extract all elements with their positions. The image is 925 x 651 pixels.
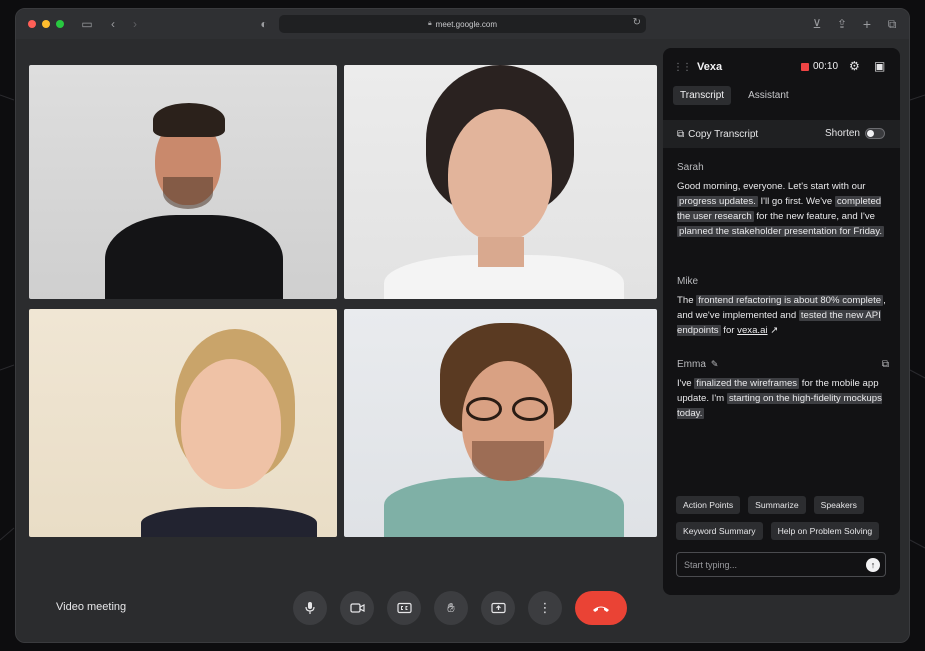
transcript-phrase: for: [720, 325, 738, 336]
transcript-entry: Sarah Good morning, everyone. Let's star…: [677, 162, 889, 239]
highlighted-phrase: finalized the wireframes: [694, 378, 800, 389]
participant-body: [141, 507, 317, 537]
assistant-chips-row-2: Keyword Summary Help on Problem Solving: [676, 522, 896, 540]
more-vertical-icon: ⋮: [538, 600, 552, 615]
forward-icon[interactable]: ›: [126, 15, 144, 33]
copy-entry-icon[interactable]: ⧉: [882, 359, 889, 370]
tab-overview-icon[interactable]: ⧉: [883, 15, 901, 33]
tab-assistant[interactable]: Assistant: [741, 86, 796, 105]
copy-transcript-button[interactable]: ⧉ Copy Transcript: [677, 129, 758, 140]
shield-icon[interactable]: ◐: [255, 15, 273, 33]
highlighted-phrase: frontend refactoring is about 80% comple…: [696, 295, 884, 306]
new-tab-icon[interactable]: +: [858, 15, 876, 33]
keyword-summary-chip[interactable]: Keyword Summary: [676, 522, 763, 540]
transcript-phrase: for the new feature, and I've: [753, 211, 875, 222]
microphone-icon: [305, 602, 315, 614]
speakers-chip[interactable]: Speakers: [813, 496, 864, 514]
settings-icon[interactable]: ⚙︎: [849, 59, 860, 73]
copy-icon: ⧉: [677, 128, 685, 140]
window-controls: [28, 20, 64, 28]
transcript-text: The frontend refactoring is about 80% co…: [677, 293, 889, 338]
input-placeholder: Start typing...: [684, 559, 738, 570]
camera-button[interactable]: [340, 591, 374, 625]
transcript-phrase: I'll go first. We've: [757, 196, 835, 207]
panel-brand: Vexa: [697, 61, 723, 73]
present-screen-icon: [490, 602, 506, 614]
panel-tabs: Transcript Assistant: [673, 86, 796, 105]
present-screen-button[interactable]: [481, 591, 515, 625]
share-icon[interactable]: ⇪: [833, 15, 851, 33]
highlighted-phrase: planned the stakeholder presentation for…: [677, 226, 885, 237]
transcript-phrase: ↗: [767, 325, 779, 336]
participant-beard: [472, 441, 544, 481]
transcript-entry: Emma ✎ ⧉ I've finalized the wireframes f…: [677, 359, 889, 421]
highlighted-phrase: progress updates.: [677, 196, 758, 207]
speaker-name: Mike: [677, 276, 699, 287]
participant-beard: [163, 177, 213, 209]
participant-body: [384, 477, 624, 537]
copy-transcript-label: Copy Transcript: [688, 128, 759, 140]
meeting-title: Video meeting: [56, 601, 127, 613]
microphone-button[interactable]: [293, 591, 327, 625]
participant-hair: [153, 103, 225, 137]
participant-face: [448, 109, 552, 241]
image-icon[interactable]: ▣: [874, 59, 885, 73]
participant-tile-3[interactable]: [29, 309, 337, 537]
speaker-row: Emma ✎ ⧉: [677, 359, 889, 370]
download-icon[interactable]: ⊻: [808, 15, 826, 33]
maximize-window-button[interactable]: [56, 20, 64, 28]
recording-timer: 00:10: [813, 61, 839, 72]
participant-tile-2[interactable]: [344, 65, 657, 299]
transcript-entry: Mike The frontend refactoring is about 8…: [677, 276, 889, 338]
participant-tile-4[interactable]: [344, 309, 657, 537]
summarize-chip[interactable]: Summarize: [748, 496, 806, 514]
transcript-link[interactable]: vexa.ai: [737, 325, 767, 336]
recording-icon: [801, 63, 809, 71]
send-arrow-icon[interactable]: ↑: [866, 558, 880, 572]
drag-handle-icon[interactable]: ⋮⋮: [673, 62, 692, 73]
reload-icon[interactable]: ↻: [633, 17, 641, 28]
assistant-input[interactable]: Start typing... ↑: [676, 552, 886, 577]
sidebar-icon[interactable]: ▭: [78, 15, 96, 33]
assistant-chips-row-1: Action Points Summarize Speakers: [676, 496, 896, 514]
speaker-name: Emma: [677, 359, 706, 370]
panel-header: ⋮⋮ Vexa: [663, 48, 900, 86]
more-options-button[interactable]: ⋮: [528, 591, 562, 625]
problem-solving-chip[interactable]: Help on Problem Solving: [770, 522, 880, 540]
captions-icon: [396, 602, 412, 614]
hand-icon: ✋︎: [447, 600, 455, 615]
transcript-text: I've finalized the wireframes for the mo…: [677, 376, 889, 421]
end-call-button[interactable]: [575, 591, 627, 625]
speaker-name: Sarah: [677, 162, 704, 173]
minimize-window-button[interactable]: [42, 20, 50, 28]
address-bar[interactable]: 🔒︎ meet.google.com ↻: [279, 15, 646, 33]
participant-tile-1[interactable]: [29, 65, 337, 299]
participant-neck: [478, 237, 524, 267]
hang-up-icon: [593, 606, 609, 612]
video-camera-icon: [349, 603, 365, 613]
browser-titlebar: ▭ ‹ › ◐ 🔒︎ meet.google.com ↻ ⊻ ⇪ + ⧉: [16, 9, 909, 39]
meeting-controls: ✋︎ ⋮: [293, 591, 627, 625]
participant-body: [105, 215, 283, 299]
vexa-panel: ⋮⋮ Vexa 00:10 ⚙︎ ▣ Transcript Assistant …: [663, 48, 900, 595]
lock-icon: 🔒︎: [427, 20, 432, 27]
captions-button[interactable]: [387, 591, 421, 625]
shorten-label: Shorten: [824, 128, 860, 139]
participant-face: [181, 359, 281, 489]
glasses-icon: [464, 397, 552, 423]
browser-window: ▭ ‹ › ◐ 🔒︎ meet.google.com ↻ ⊻ ⇪ + ⧉ Vid…: [15, 8, 910, 643]
action-points-chip[interactable]: Action Points: [676, 496, 741, 514]
url-text: meet.google.com: [435, 19, 498, 29]
transcript-phrase: Good morning, everyone. Let's start with…: [677, 181, 866, 192]
transcript-toolbar: ⧉ Copy Transcript Shorten: [663, 120, 900, 148]
back-icon[interactable]: ‹: [104, 15, 122, 33]
transcript-phrase: I've: [677, 378, 695, 389]
raise-hand-button[interactable]: ✋︎: [434, 591, 468, 625]
tab-transcript[interactable]: Transcript: [673, 86, 732, 105]
close-window-button[interactable]: [28, 20, 36, 28]
edit-icon[interactable]: ✎: [711, 359, 719, 370]
shorten-toggle[interactable]: [865, 128, 885, 139]
transcript-phrase: The: [677, 295, 697, 306]
transcript-text: Good morning, everyone. Let's start with…: [677, 179, 889, 239]
